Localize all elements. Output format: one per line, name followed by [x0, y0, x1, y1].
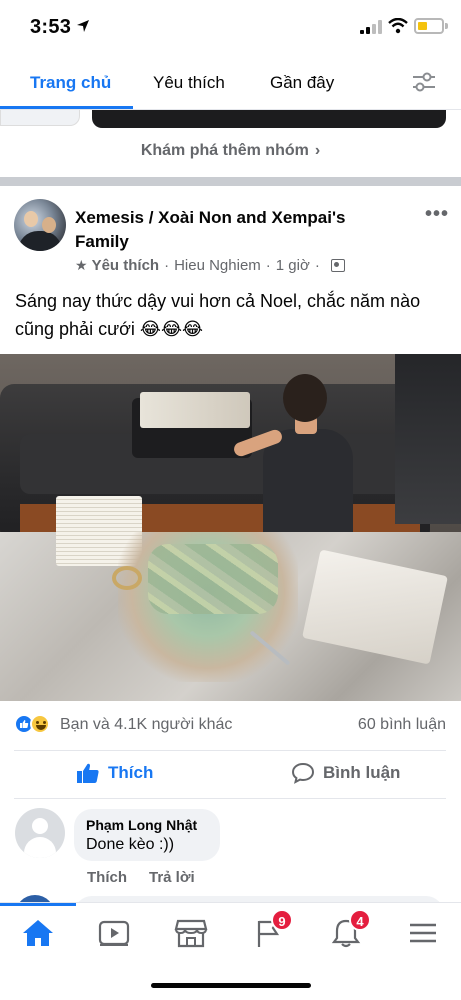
group-card[interactable] — [0, 110, 80, 126]
post-author[interactable]: Hieu Nghiem — [174, 257, 261, 274]
post-group-title[interactable]: Xemesis / Xoài Non and Xempai's Family — [75, 206, 395, 254]
comment-count[interactable]: 60 bình luận — [358, 716, 446, 734]
group-carousel — [0, 110, 461, 130]
active-tab-indicator — [0, 106, 133, 109]
comment-icon — [291, 762, 315, 784]
video-icon[interactable] — [97, 917, 131, 949]
comment-button[interactable]: Bình luận — [291, 762, 400, 784]
group-privacy-icon — [330, 259, 345, 272]
groups-badge: 9 — [271, 909, 293, 931]
group-avatar[interactable] — [14, 199, 66, 251]
location-arrow-icon — [77, 20, 89, 32]
status-time: 3:53 — [30, 16, 72, 38]
separator-dot: · — [265, 257, 271, 274]
chevron-right-icon: › — [314, 142, 321, 159]
battery-icon — [414, 18, 444, 34]
like-button[interactable]: Thích — [76, 762, 153, 784]
groups-tab-bar: Trang chủ Yêu thích Gần đây — [0, 56, 461, 110]
groups-nav-item[interactable]: 9 — [251, 909, 293, 949]
explore-groups-label: Khám phá thêm nhóm — [140, 142, 309, 159]
home-icon[interactable] — [21, 917, 55, 949]
post-meta: ★ Yêu thích · Hieu Nghiem · 1 giờ · — [75, 257, 345, 274]
active-nav-indicator — [0, 903, 76, 906]
tab-home[interactable]: Trang chủ — [30, 73, 111, 93]
filter-settings-icon[interactable] — [411, 70, 437, 94]
explore-groups-link[interactable]: Khám phá thêm nhóm › — [0, 142, 461, 160]
notifications-badge: 4 — [349, 909, 371, 931]
like-label: Thích — [108, 763, 154, 782]
commenter-avatar[interactable] — [15, 808, 65, 858]
separator-dot: · — [314, 257, 320, 274]
tab-favorites[interactable]: Yêu thích — [153, 73, 225, 93]
star-icon: ★ — [75, 257, 88, 273]
menu-icon[interactable] — [406, 917, 440, 949]
favorite-label: Yêu thích — [91, 257, 160, 274]
post-photo[interactable] — [0, 354, 461, 701]
notifications-nav-item[interactable]: 4 — [329, 909, 371, 949]
comment-actions: Thích Trả lời — [87, 869, 195, 886]
marketplace-icon[interactable] — [174, 917, 208, 949]
home-indicator[interactable] — [151, 983, 311, 988]
post-time[interactable]: 1 giờ — [276, 257, 310, 274]
commenter-name[interactable]: Phạm Long Nhật — [86, 817, 197, 833]
reaction-count: Bạn và 4.1K người khác — [60, 716, 233, 733]
comment-text: Done kèo :)) — [86, 836, 175, 853]
haha-reaction-icon — [30, 714, 50, 734]
comment-label: Bình luận — [323, 763, 401, 782]
reaction-summary[interactable]: Bạn và 4.1K người khác 60 bình luận — [14, 713, 446, 739]
thumbs-up-icon — [77, 763, 99, 783]
more-options-icon[interactable]: ••• — [425, 203, 449, 226]
comment-bubble[interactable]: Phạm Long Nhật Done kèo :)) — [74, 809, 220, 861]
status-bar: 3:53 — [0, 0, 461, 56]
battery-cap — [445, 23, 448, 29]
divider — [14, 750, 446, 751]
comment-reply-button[interactable]: Trả lời — [149, 869, 195, 886]
separator-dot: · — [164, 257, 170, 274]
divider — [14, 798, 446, 799]
tab-recent[interactable]: Gần đây — [270, 73, 334, 93]
post-text: Sáng nay thức dậy vui hơn cả Noel, chắc … — [15, 291, 421, 339]
wifi-icon — [388, 18, 408, 34]
comment-like-button[interactable]: Thích — [87, 869, 127, 886]
section-separator — [0, 177, 461, 186]
signal-icon — [360, 20, 382, 34]
group-card[interactable] — [92, 110, 446, 128]
